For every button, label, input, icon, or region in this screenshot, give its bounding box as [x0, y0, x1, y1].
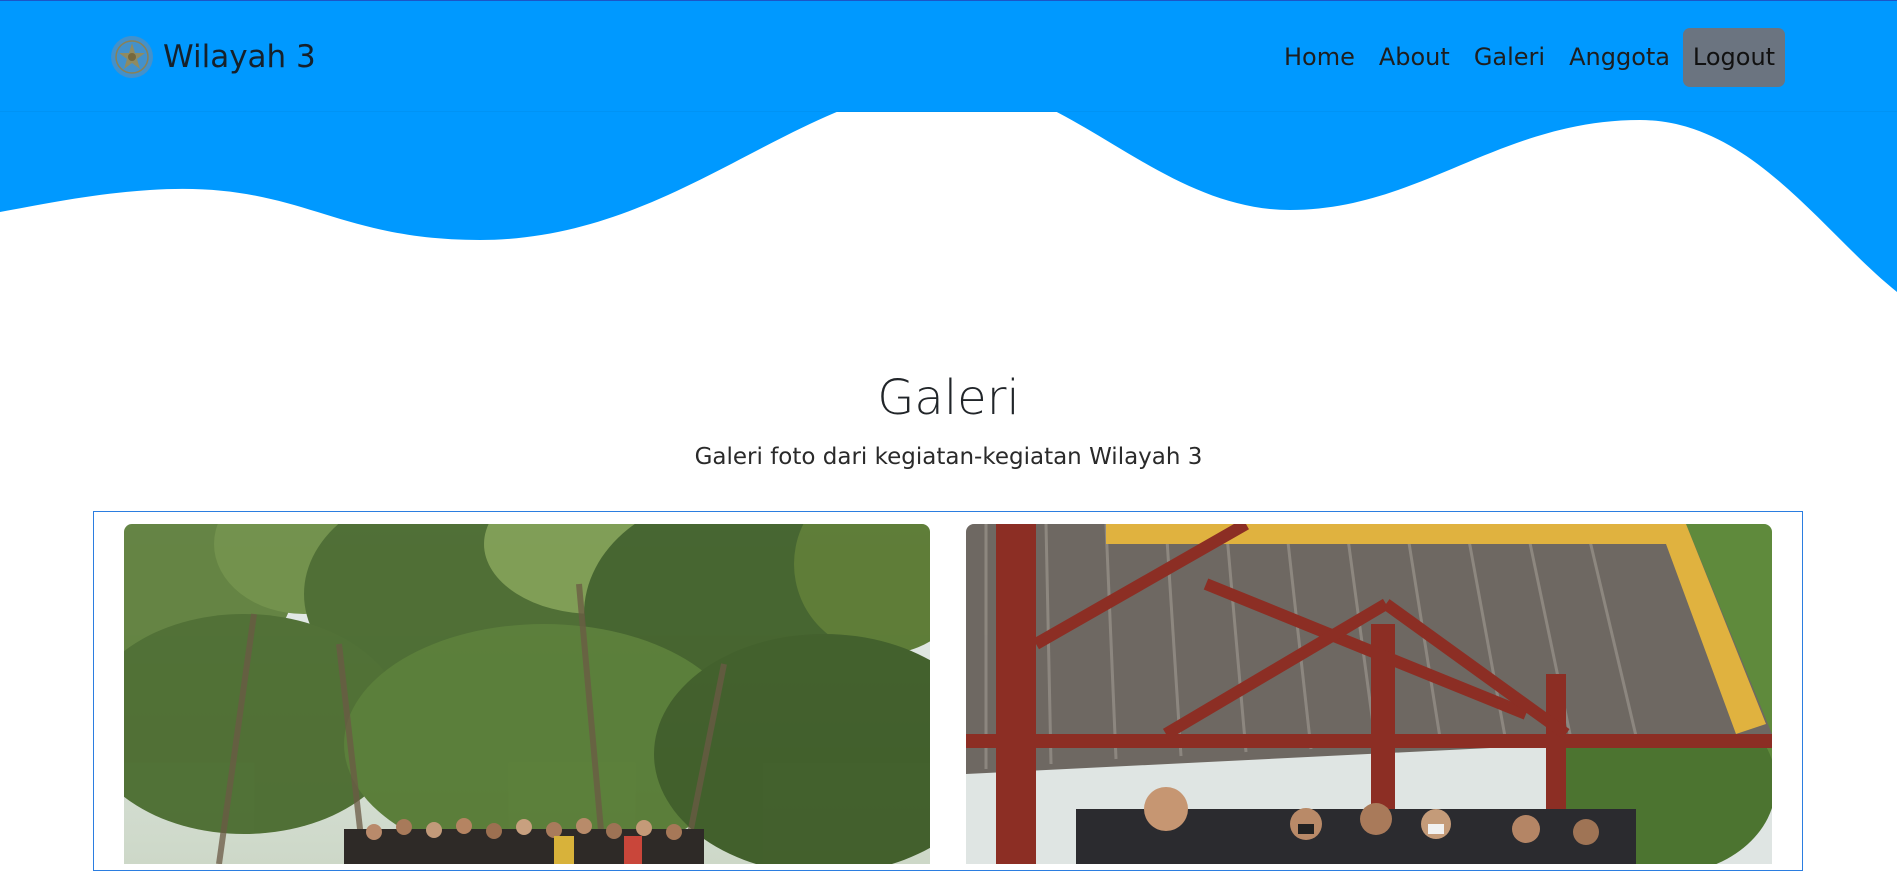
nav-anggota-link[interactable]: Anggota [1569, 42, 1670, 72]
logout-button[interactable]: Logout [1683, 27, 1785, 87]
nav-about-link[interactable]: About [1379, 42, 1450, 72]
gallery-title: Galeri [877, 370, 1020, 426]
nav-galeri-link[interactable]: Galeri [1474, 42, 1545, 72]
nav-home-link[interactable]: Home [1284, 42, 1355, 72]
gallery-subtitle: Galeri foto dari kegiatan-kegiatan Wilay… [694, 444, 1203, 470]
gazebo-photo-image [966, 524, 1772, 864]
brand-link[interactable]: Wilayah 3 [110, 34, 316, 80]
header-wave-decoration [0, 100, 1897, 292]
gallery-photo-forest[interactable] [124, 524, 930, 864]
navbar: Wilayah 3 Home About Galeri Anggota Logo… [0, 0, 1897, 112]
gallery-photo-gazebo[interactable] [966, 524, 1772, 864]
brand-name: Wilayah 3 [163, 39, 316, 75]
nav-menu: Home About Galeri Anggota Logout [1284, 27, 1785, 87]
emblem-logo-icon [111, 36, 153, 78]
forest-photo-image [124, 524, 930, 864]
